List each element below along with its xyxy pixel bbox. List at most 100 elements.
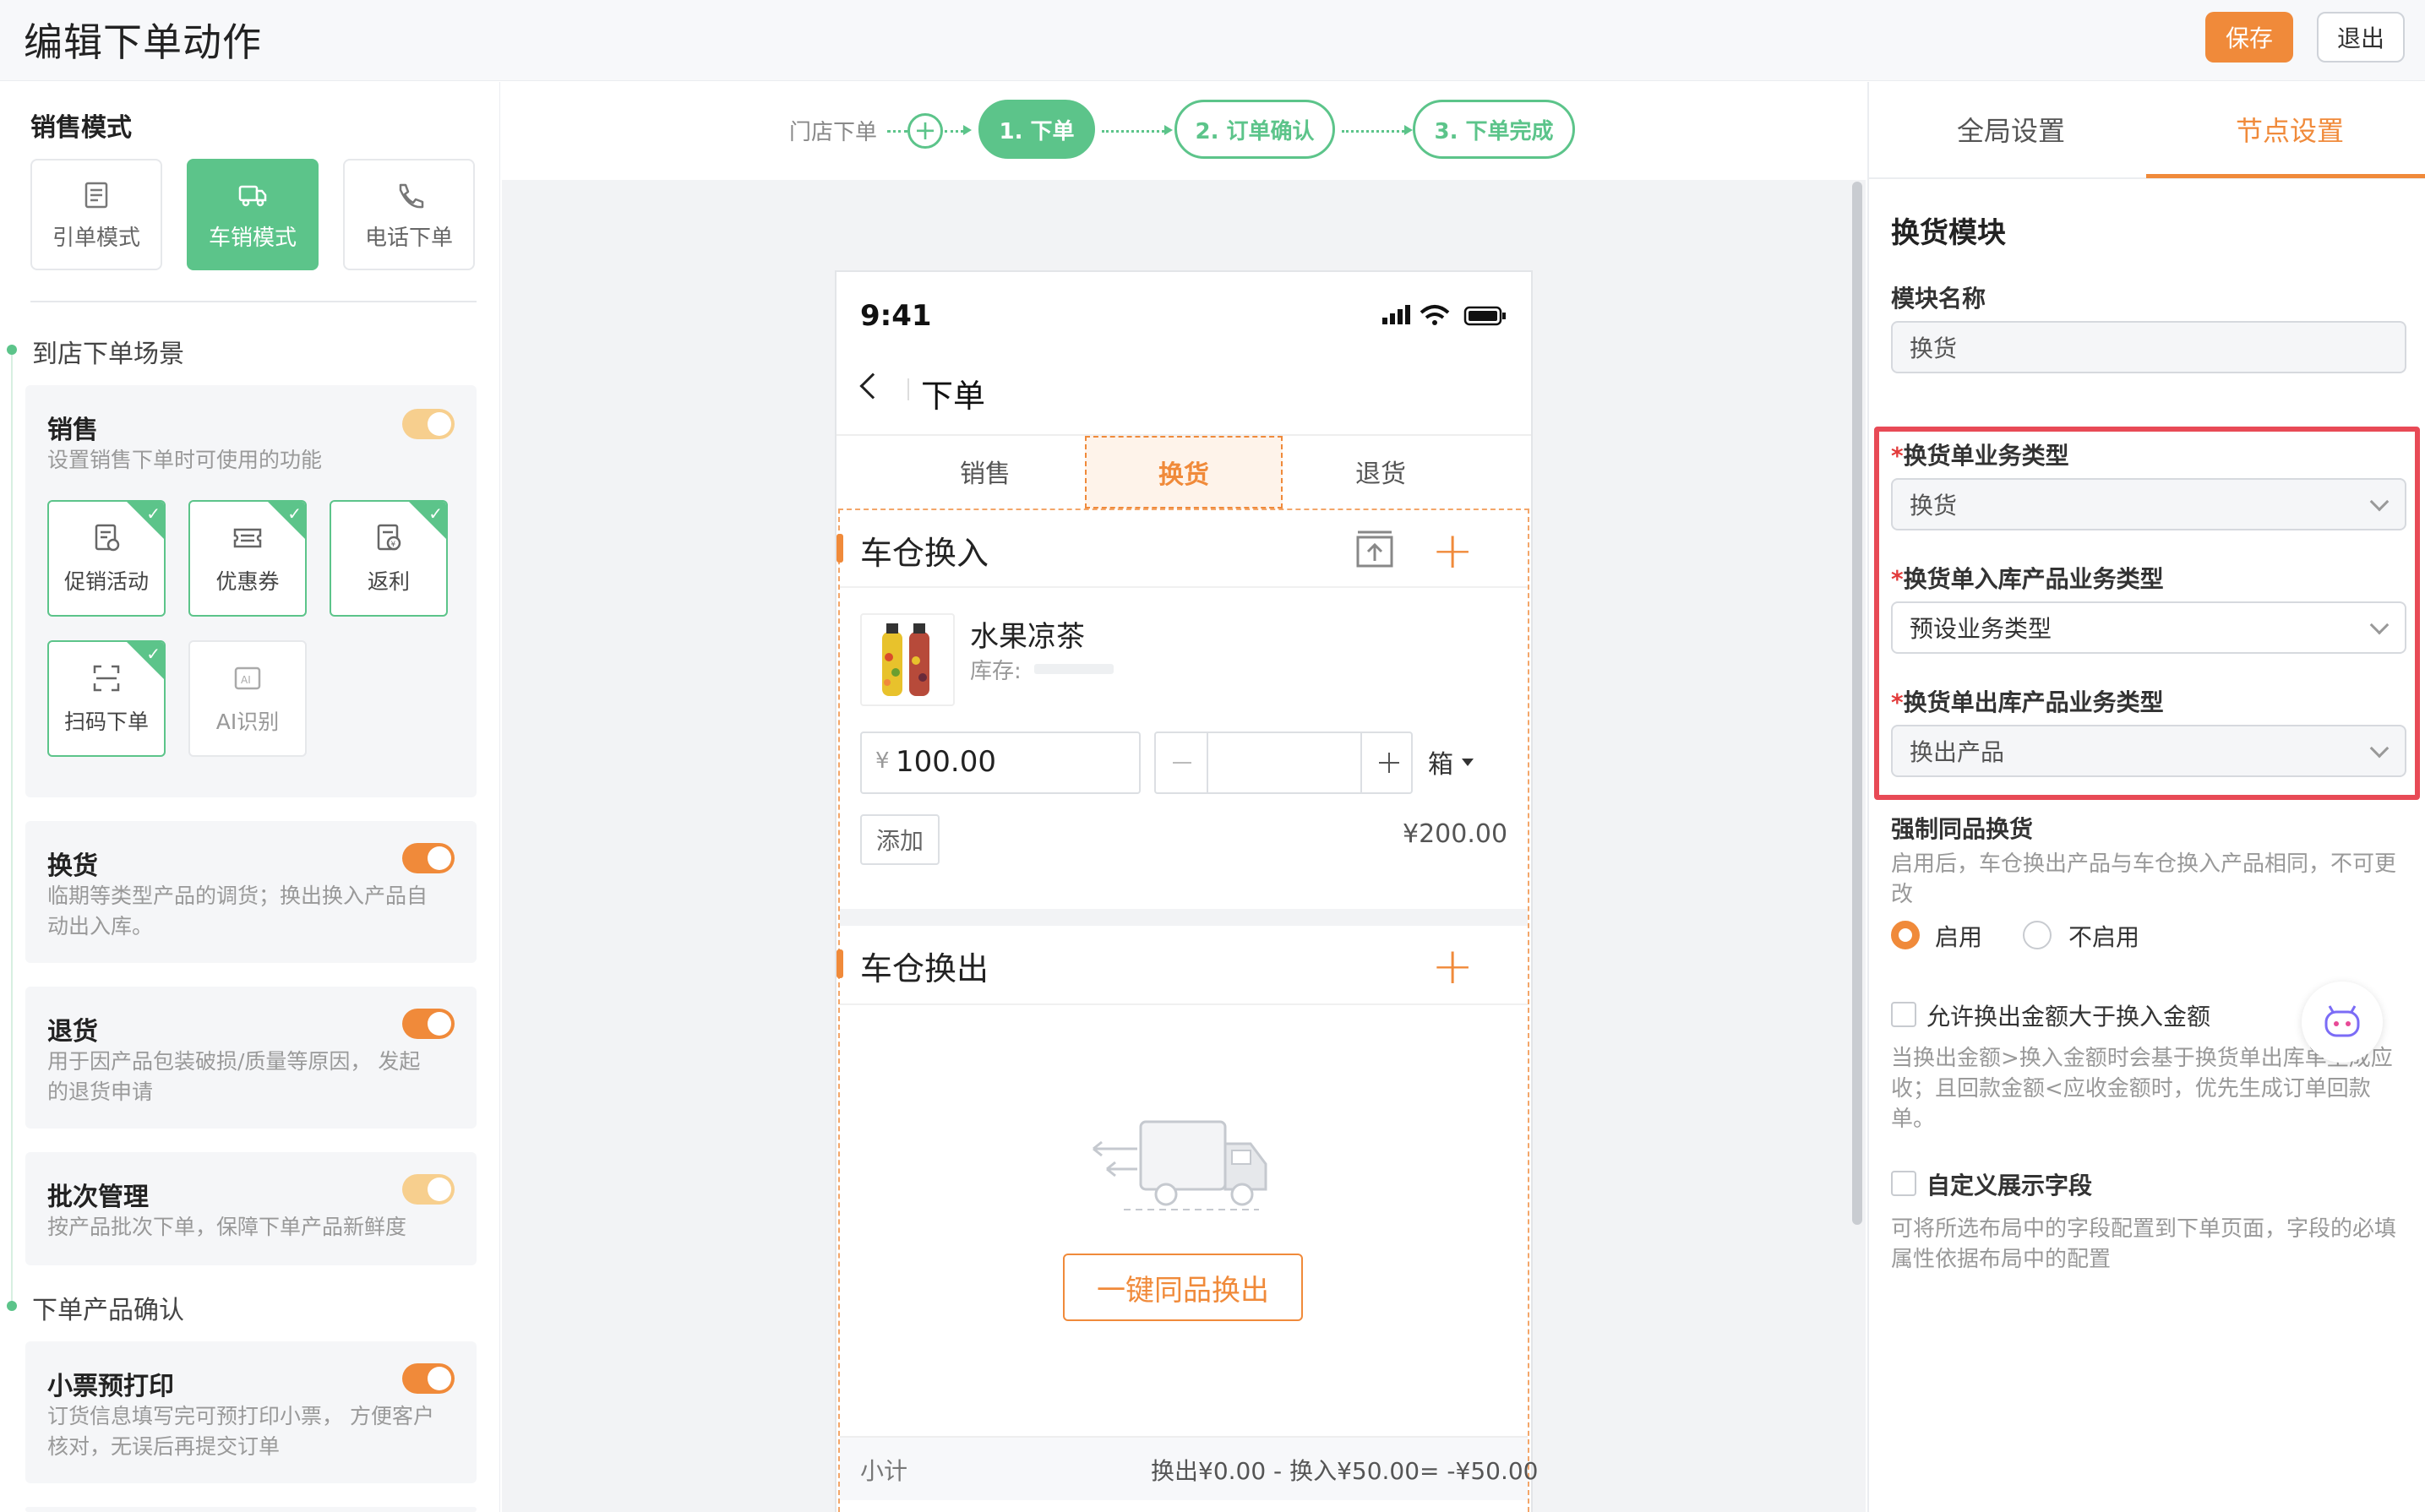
minus-icon [1173,762,1191,764]
feature-label: AI识别 [215,710,280,734]
mode-label: 电话下单 [364,225,453,251]
module-name-input[interactable]: 换货 [1891,321,2406,373]
custom-fields-desc: 属性依据布局中的配置 [1891,1247,2112,1272]
scan-icon [93,665,120,692]
ai-assistant-button[interactable] [2302,982,2383,1063]
exit-button[interactable]: 退出 [2317,12,2405,63]
juice-bottles-icon [882,623,929,696]
custom-fields-desc: 可将所选布局中的字段配置到下单页面，字段的必填 [1891,1216,2397,1242]
center-scrollbar[interactable] [1852,182,1862,1225]
phone-icon [399,183,424,208]
section-divider [840,1003,1528,1005]
increment-button[interactable] [1360,733,1413,792]
step-connector [887,130,907,133]
add-in-product-icon[interactable]: + [1431,525,1474,576]
currency-symbol: ¥ [875,748,890,774]
step-arrow [963,125,972,135]
feature-coupon[interactable]: ✓ 优惠券 [188,500,307,617]
custom-fields-label: 自定义展示字段 [1926,1172,2093,1199]
radio-disable-label: 不启用 [2068,923,2140,951]
tab-exchange[interactable]: 换货 [1085,436,1283,509]
feature-label: 扫码下单 [63,710,149,734]
promotion-doc-icon [95,524,120,552]
sales-panel-title: 销售 [47,416,98,445]
return-panel-title: 退货 [47,1017,98,1047]
plus-icon [1388,753,1390,773]
step-connector [1102,130,1164,133]
section-divider [840,586,1528,588]
section-in-title: 车仓换入 [860,535,989,572]
allow-amount-checkbox[interactable] [1891,1002,1916,1027]
custom-fields-checkbox[interactable] [1891,1171,1916,1196]
radio-enable-label: 启用 [1935,923,1983,951]
feature-scan-order[interactable]: ✓ 扫码下单 [47,640,166,757]
mode-card-phone[interactable]: 电话下单 [343,159,475,270]
feature-promotion[interactable]: ✓ 促销活动 [47,500,166,617]
highlight-box [1874,427,2420,800]
force-same-label: 强制同品换货 [1891,815,2034,843]
section-gap [840,909,1528,926]
stock-label: 库存: [970,659,1022,684]
product-name: 水果凉茶 [970,620,1085,654]
step-3-complete[interactable]: 3. 下单完成 [1413,100,1575,159]
step-1-order[interactable]: 1. 下单 [978,100,1095,159]
radio-disable[interactable] [2023,921,2052,949]
tab-node-settings[interactable]: 节点设置 [2236,110,2344,149]
scene-title: 到店下单场景 [32,340,184,369]
add-button[interactable]: 添加 [860,814,940,865]
mode-card-referral[interactable]: 引单模式 [30,159,162,270]
tab-return[interactable]: 退货 [1283,436,1479,507]
print-panel-desc: 订货信息填写完可预打印小票， 方便客户 [47,1404,434,1428]
return-toggle[interactable] [402,1009,455,1039]
exchange-panel-desc: 动出入库。 [47,914,154,938]
sales-panel-desc: 设置销售下单时可使用的功能 [47,448,323,472]
exchange-toggle[interactable] [402,843,455,873]
right-panel-border [1867,82,1869,1512]
product-image [860,613,955,706]
mode-card-vehicle[interactable]: 车销模式 [187,159,319,270]
step-2-confirm[interactable]: 2. 订单确认 [1174,100,1335,159]
step-start-label: 门店下单 [789,120,878,145]
section-marker [836,534,843,563]
quantity-stepper[interactable] [1154,732,1413,794]
one-click-exchange-button[interactable]: 一键同品换出 [1063,1254,1303,1321]
save-button[interactable]: 保存 [2205,12,2293,63]
tab-sales[interactable]: 销售 [887,436,1083,507]
empty-truck-icon [1093,1120,1267,1210]
exchange-panel-desc: 临期等类型产品的调货；换出换入产品自 [47,884,428,908]
exchange-panel-title: 换货 [47,851,98,881]
batch-toggle[interactable] [402,1174,455,1205]
add-out-product-icon[interactable]: + [1431,941,1474,992]
print-toggle[interactable] [402,1363,455,1394]
unit-select[interactable]: 箱 [1428,743,1453,780]
step-arrow [1164,125,1173,135]
allow-amount-desc: 单。 [1891,1107,1936,1132]
import-icon[interactable] [1355,529,1394,569]
feature-rebate[interactable]: ✓ ¥ 返利 [330,500,448,617]
add-step-icon[interactable]: + [907,113,943,149]
batch-panel-title: 批次管理 [47,1183,149,1212]
list-doc-icon [84,182,108,208]
panel-edge [25,1507,477,1512]
section-out-title: 车仓换出 [860,950,989,987]
force-same-desc: 改 [1891,882,1914,907]
feature-label: 返利 [367,569,410,594]
module-title: 换货模块 [1891,216,2006,250]
ai-icon: AI [234,666,261,690]
sales-toggle[interactable] [402,409,455,439]
subtotal-label: 小计 [860,1457,908,1485]
active-tab-indicator [2146,174,2425,178]
print-panel-title: 小票预打印 [47,1372,174,1401]
price-value: 100.00 [896,745,996,779]
line-total: ¥200.00 [1403,819,1508,849]
confirm-title: 下单产品确认 [32,1296,184,1325]
price-input[interactable]: ¥ 100.00 [860,732,1141,794]
allow-amount-label: 允许换出金额大于换入金额 [1926,1003,2211,1031]
radio-enable[interactable] [1891,921,1920,949]
feature-ai-recognition[interactable]: AI AI识别 [188,640,307,757]
tab-global-settings[interactable]: 全局设置 [1957,110,2065,149]
decrement-button[interactable] [1156,733,1208,792]
page-title: 编辑下单动作 [24,19,262,65]
status-time: 9:41 [860,299,932,333]
step-connector [945,130,963,133]
